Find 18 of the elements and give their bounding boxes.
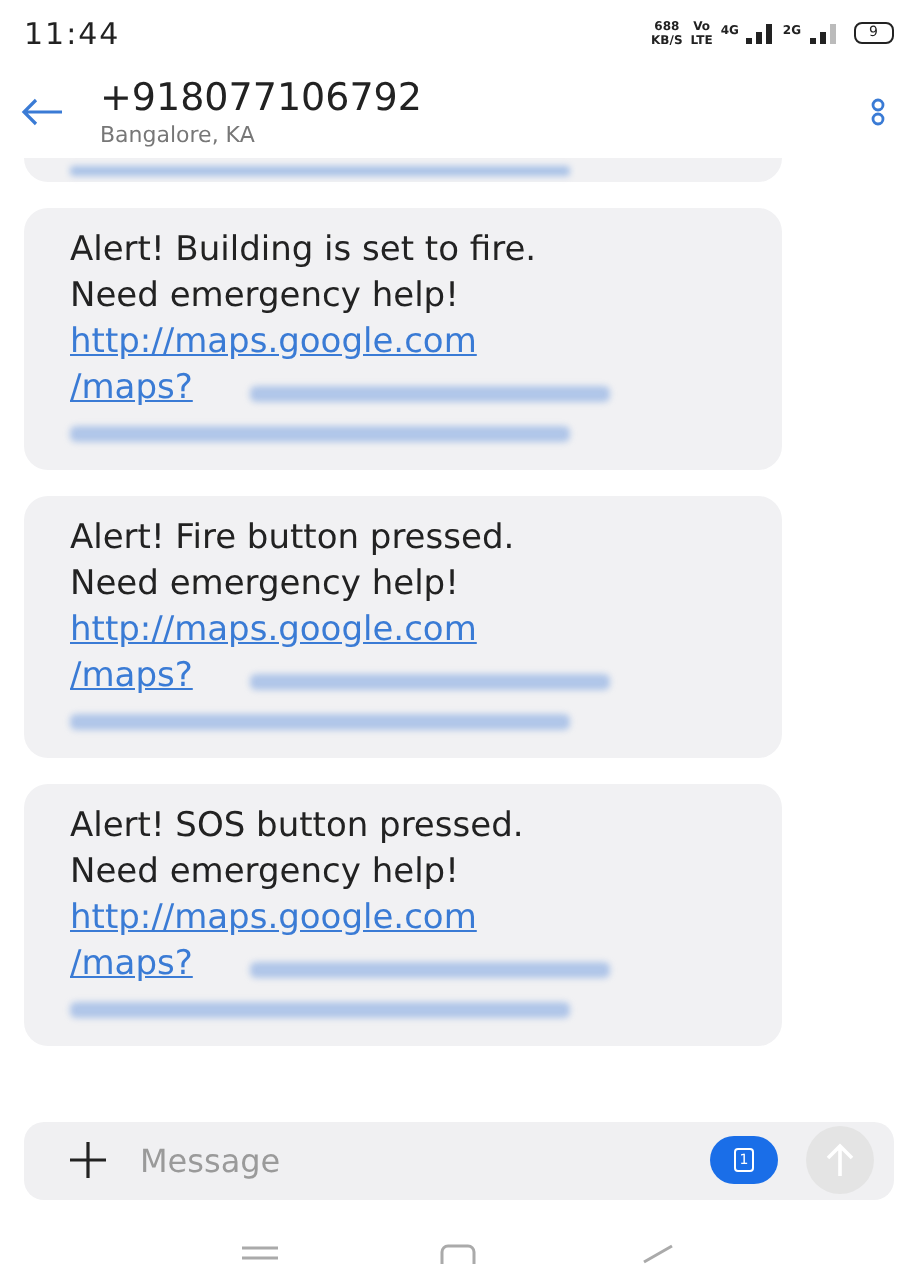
- add-icon[interactable]: [68, 1140, 108, 1181]
- message-text: Alert! SOS button pressed. Need emergency help!: [70, 803, 526, 896]
- message-text: Alert! Fire button pressed. Need emergency help!: [70, 515, 517, 608]
- contact-number: +918077106792: [100, 76, 424, 121]
- map-link[interactable]: http://maps.google.com /maps?: [70, 895, 754, 988]
- more-icon[interactable]: [870, 98, 886, 127]
- status-time: 11:44: [24, 15, 121, 52]
- message-text: Alert! Building is set to fire. Need emergency help!: [70, 227, 539, 320]
- message-input[interactable]: Message: [136, 1139, 682, 1182]
- signal-icon: [809, 23, 838, 44]
- back-icon[interactable]: [20, 98, 64, 127]
- contact-location: Bangalore, KA: [100, 122, 257, 149]
- signal-icon: [746, 23, 775, 44]
- map-link[interactable]: http://maps.google.com /maps?: [70, 607, 754, 700]
- menu-icon[interactable]: [239, 1244, 279, 1264]
- send-button[interactable]: [806, 1126, 874, 1195]
- map-link[interactable]: http://maps.google.com /maps?: [70, 319, 754, 412]
- home-icon[interactable]: [437, 1244, 477, 1264]
